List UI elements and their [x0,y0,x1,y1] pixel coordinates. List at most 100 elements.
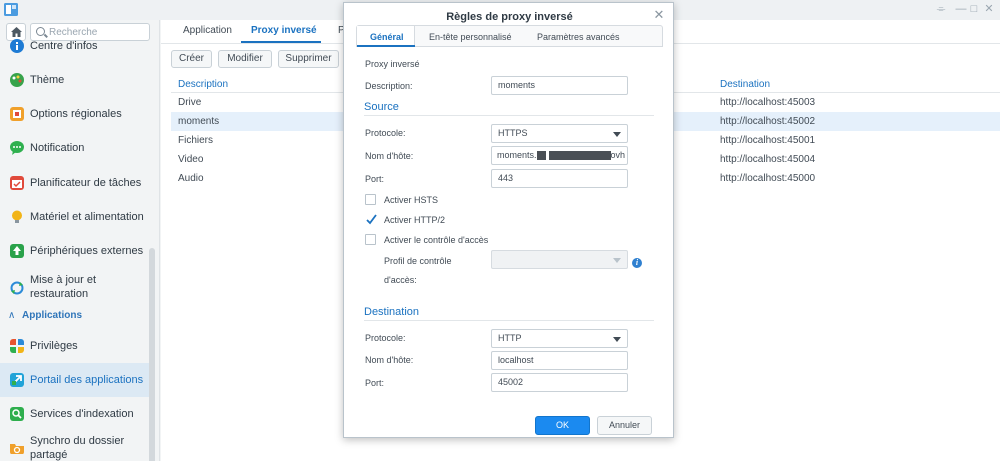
sidebar-item-indexing-services[interactable]: Services d'indexation [0,399,150,429]
notification-bubble-icon [10,141,24,155]
redaction-block [548,151,611,161]
create-button[interactable]: Créer [171,50,212,68]
sidebar-item-regional-options[interactable]: Options régionales [0,99,150,129]
sidebar-item-theme[interactable]: Thème [0,65,150,95]
source-hostname-label: Nom d'hôte: [365,151,414,161]
chevron-down-icon [613,258,621,263]
sidebar-item-info-center[interactable]: Centre d'infos [0,31,150,61]
sidebar-item-label: Matériel et alimentation [30,211,144,223]
destination-protocol-select[interactable]: HTTP [491,329,628,348]
destination-protocol-value: HTTP [498,333,522,343]
tab-general[interactable]: Général [370,32,404,42]
chevron-down-icon [613,337,621,342]
access-profile-label-line1: Profil de contrôle [384,256,452,266]
row-destination: http://localhost:45004 [720,154,816,165]
sidebar-item-label: Portail des applications [30,374,144,386]
chevron-down-icon [613,132,621,137]
sidebar-item-label: Périphériques externes [30,245,144,257]
destination-protocol-label: Protocole: [365,333,406,343]
tab-advanced-settings[interactable]: Paramètres avancés [537,32,620,42]
source-port-label: Port: [365,174,385,184]
section-label: Applications [22,310,83,321]
destination-hostname-field[interactable]: localhost [491,351,628,370]
row-description: moments [178,116,220,127]
sidebar-item-label: Notification [30,142,85,154]
sidebar-item-task-scheduler[interactable]: Planificateur de tâches [0,168,150,198]
checkmark-icon[interactable] [366,214,377,225]
external-device-icon [10,244,24,258]
sidebar-item-external-devices[interactable]: Périphériques externes [0,236,150,266]
indexing-search-icon [10,407,24,421]
dialog-title: Règles de proxy inversé [446,11,573,23]
edit-button[interactable]: Modifier [218,50,272,68]
tab-reverse-proxy[interactable]: Proxy inversé [251,25,317,36]
divider [364,320,654,321]
maximize-button[interactable]: □ [968,3,980,15]
sidebar-item-notification[interactable]: Notification [0,133,150,163]
row-description: Fichiers [178,135,214,146]
update-icon [10,281,24,295]
sidebar-item-hardware-power[interactable]: Matériel et alimentation [0,202,150,232]
sidebar-section-applications[interactable]: ∧ Applications [0,309,150,323]
sidebar-item-application-portal[interactable]: Portail des applications [0,363,150,397]
access-profile-select[interactable] [491,250,628,269]
destination-heading: Destination [364,306,420,318]
divider [364,115,654,116]
destination-port-field[interactable]: 45002 [491,373,628,392]
source-hostname-field[interactable]: moments. ovh [491,146,628,165]
access-control-checkbox[interactable] [365,234,376,245]
source-protocol-value: HTTPS [498,128,528,138]
lightbulb-icon [12,210,22,223]
close-icon[interactable]: ✕ [653,8,665,21]
sidebar-item-privileges[interactable]: Privilèges [0,331,150,361]
access-control-label: Activer le contrôle d'accès [384,235,489,245]
redaction-block [536,151,546,161]
sidebar-item-label-line2: partagé [30,449,68,461]
cancel-button[interactable]: Annuler [597,416,652,435]
column-header-destination[interactable]: Destination [720,79,770,90]
row-description: Audio [178,173,204,184]
sidebar-item-label-line2: restauration [30,288,89,300]
sidebar-item-label: Centre d'infos [30,40,98,52]
sidebar-scrollbar[interactable] [149,248,155,461]
dialog-tab-bar: Général En-tête personnalisé Paramètres … [356,25,663,47]
column-header-description[interactable]: Description [178,79,228,90]
tab-custom-header[interactable]: En-tête personnalisé [429,32,512,42]
row-destination: http://localhost:45003 [720,97,816,108]
source-heading: Source [364,101,399,113]
sidebar-item-update-restore[interactable]: Mise à jour et restauration [0,271,150,305]
info-icon [10,39,24,53]
row-destination: http://localhost:45002 [720,116,816,127]
sidebar-item-shared-folder-sync[interactable]: Synchro du dossier partagé [0,432,150,461]
pin-icon[interactable]: ⌯ [935,3,947,15]
delete-button[interactable]: Supprimer [278,50,339,68]
ok-button[interactable]: OK [535,416,590,435]
destination-port-label: Port: [365,378,385,388]
source-protocol-label: Protocole: [365,128,406,138]
source-port-field[interactable]: 443 [491,169,628,188]
sidebar-item-label-line1: Synchro du dossier [30,435,125,447]
sidebar-item-label: Options régionales [30,108,122,120]
hsts-label: Activer HSTS [384,195,439,205]
http2-label: Activer HTTP/2 [384,215,446,225]
sidebar-item-label: Thème [30,74,65,86]
hostname-prefix: moments. [497,150,537,160]
hsts-checkbox[interactable] [365,194,376,205]
sidebar-item-label: Privilèges [30,340,78,352]
close-window-button[interactable]: ✕ [983,3,995,15]
minimize-button[interactable]: — [955,3,967,15]
reverse-proxy-rule-dialog: Règles de proxy inversé ✕ Général En-têt… [343,2,674,438]
destination-hostname-label: Nom d'hôte: [365,355,414,365]
chevron-up-icon: ∧ [8,310,16,321]
row-description: Drive [178,97,202,108]
description-field[interactable]: moments [491,76,628,95]
sidebar-item-label: Services d'indexation [30,408,134,420]
hostname-suffix: ovh [610,150,626,160]
active-tab-indicator [357,45,415,47]
row-destination: http://localhost:45001 [720,135,816,146]
tab-application[interactable]: Application [183,25,232,36]
row-description: Video [178,154,204,165]
info-icon[interactable]: i [632,258,642,268]
control-panel-app-icon [4,3,18,16]
source-protocol-select[interactable]: HTTPS [491,124,628,143]
